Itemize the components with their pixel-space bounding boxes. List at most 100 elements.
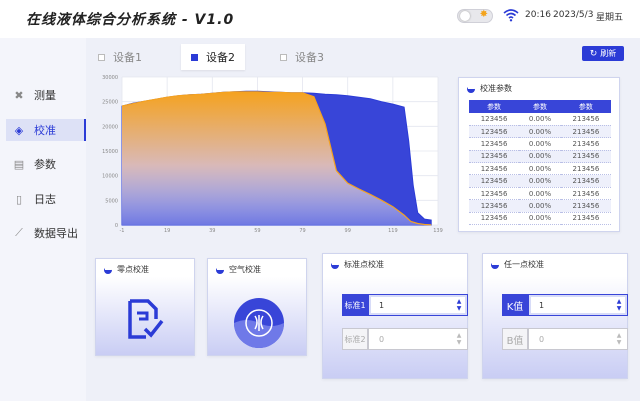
sidebar-item-export[interactable]: ⟋ 数据导出 bbox=[6, 222, 86, 244]
sun-icon: ✸ bbox=[479, 9, 488, 20]
sidebar-item-label: 日志 bbox=[34, 193, 56, 206]
card-dot-icon bbox=[491, 260, 499, 269]
std-point-calib-card: 标准点校准 标准1 1 ▲ ▼ 标准2 0 ▲ ▼ bbox=[322, 253, 468, 379]
calib-table: 参数 参数 参数 123456 0.00% 213456 123456 0.00% 213… bbox=[469, 100, 611, 226]
std1-label: 标准1 bbox=[342, 294, 368, 316]
sidebar-item-log[interactable]: ▯ 日志 bbox=[6, 188, 86, 210]
table-row: 123456 0.00% 213456 bbox=[469, 137, 611, 151]
card-dot-icon bbox=[331, 260, 339, 269]
clock-weekday: 星期五 bbox=[596, 13, 624, 23]
table-cell: 0.00% bbox=[519, 125, 561, 139]
table-cell: 213456 bbox=[560, 212, 611, 226]
std2-label: 标准2 bbox=[342, 328, 368, 350]
sidebar-item-measure[interactable]: ✖ 测量 bbox=[6, 84, 86, 106]
table-cell: 0.00% bbox=[519, 174, 561, 188]
panel-title: 校准参数 bbox=[467, 83, 512, 94]
card-dot-icon bbox=[216, 265, 224, 274]
table-cell: 213456 bbox=[560, 199, 611, 213]
table-cell: 213456 bbox=[560, 137, 611, 151]
zero-calib-card[interactable]: 零点校准 bbox=[95, 258, 195, 356]
line-chart-icon: ⟋ bbox=[15, 226, 23, 239]
app-title: 在线液体综合分析系统 - V1.0 bbox=[26, 12, 235, 28]
x-tick-label: 39 bbox=[209, 228, 215, 234]
tab-label: 设备1 bbox=[113, 51, 142, 64]
table-row: 123456 0.00% 213456 bbox=[469, 212, 611, 226]
table-cell: 0.00% bbox=[519, 212, 561, 226]
wifi-icon bbox=[503, 9, 519, 22]
card-title-text: 空气校准 bbox=[229, 265, 261, 274]
sidebar-item-calibrate[interactable]: ◈ 校准 bbox=[6, 119, 86, 141]
std1-input[interactable]: 1 ▲ ▼ bbox=[368, 294, 468, 316]
table-cell: 123456 bbox=[469, 187, 520, 201]
table-cell: 213456 bbox=[560, 162, 611, 176]
table-cell: 0.00% bbox=[519, 137, 561, 151]
card-title-text: 零点校准 bbox=[117, 265, 149, 274]
x-tick-label: 99 bbox=[345, 228, 351, 234]
card-title: 零点校准 bbox=[104, 264, 149, 275]
x-tick-label: 139 bbox=[433, 228, 443, 234]
card-title-text: 任一点校准 bbox=[504, 260, 544, 269]
tab-device-3[interactable]: 设备3 bbox=[280, 44, 324, 70]
k-value: 1 bbox=[539, 300, 545, 310]
table-cell: 0.00% bbox=[519, 113, 561, 126]
table-row: 123456 0.00% 213456 bbox=[469, 125, 611, 139]
y-tick-label: 15000 bbox=[102, 149, 118, 155]
theme-toggle[interactable]: ✸ bbox=[457, 9, 493, 23]
air-calib-card[interactable]: 空气校准 bbox=[207, 258, 307, 356]
spin-arrows-icon[interactable]: ▲ ▼ bbox=[455, 332, 463, 346]
card-title: 任一点校准 bbox=[491, 259, 544, 270]
table-cell: 213456 bbox=[560, 174, 611, 188]
table-cell: 0.00% bbox=[519, 199, 561, 213]
table-row: 123456 0.00% 213456 bbox=[469, 113, 611, 126]
sidebar-item-params[interactable]: ▤ 参数 bbox=[6, 153, 86, 175]
spin-arrows-icon[interactable]: ▲ ▼ bbox=[615, 298, 623, 312]
table-cell: 123456 bbox=[469, 137, 520, 151]
k-value-input[interactable]: 1 ▲ ▼ bbox=[528, 294, 628, 316]
table-cell: 123456 bbox=[469, 162, 520, 176]
std2-input[interactable]: 0 ▲ ▼ bbox=[368, 328, 468, 350]
tab-device-2[interactable]: 设备2 bbox=[181, 44, 245, 70]
std1-value: 1 bbox=[379, 300, 385, 310]
air-gauge-icon bbox=[234, 298, 284, 348]
clock-time: 20:16 bbox=[525, 10, 551, 20]
y-tick-label: 10000 bbox=[102, 174, 118, 180]
table-cell: 123456 bbox=[469, 212, 520, 226]
table-cell: 213456 bbox=[560, 150, 611, 164]
target-icon: ◈ bbox=[14, 123, 24, 137]
document-icon: ▯ bbox=[15, 192, 23, 206]
toggle-knob bbox=[460, 11, 470, 21]
refresh-label: 刷新 bbox=[600, 49, 617, 58]
calib-params-panel: 校准参数 参数 参数 参数 123456 0.00% 213456 123456 0.0… bbox=[458, 77, 620, 232]
sidebar-item-label: 数据导出 bbox=[34, 227, 78, 240]
column-header: 参数 bbox=[519, 100, 561, 113]
table-cell: 213456 bbox=[560, 187, 611, 201]
clock-date: 2023/5/3 bbox=[553, 10, 594, 20]
column-header: 参数 bbox=[469, 100, 520, 113]
b-value: 0 bbox=[539, 334, 545, 344]
refresh-button[interactable]: ↻ 刷新 bbox=[582, 46, 624, 61]
x-tick-label: 119 bbox=[388, 228, 398, 234]
table-cell: 123456 bbox=[469, 199, 520, 213]
y-tick-label: 25000 bbox=[102, 100, 118, 106]
any-point-calib-card: 任一点校准 K值 1 ▲ ▼ B值 0 ▲ ▼ bbox=[482, 253, 628, 379]
tab-checkbox bbox=[98, 53, 105, 61]
table-cell: 123456 bbox=[469, 150, 520, 164]
table-cell: 123456 bbox=[469, 174, 520, 188]
std2-value: 0 bbox=[379, 334, 385, 344]
tab-label: 设备2 bbox=[206, 51, 235, 64]
b-value-input[interactable]: 0 ▲ ▼ bbox=[528, 328, 628, 350]
spin-arrows-icon[interactable]: ▲ ▼ bbox=[615, 332, 623, 346]
x-tick-label: 59 bbox=[254, 228, 260, 234]
table-cell: 0.00% bbox=[519, 187, 561, 201]
x-tick-label: 79 bbox=[299, 228, 305, 234]
refresh-icon: ↻ bbox=[589, 48, 598, 59]
table-row: 123456 0.00% 213456 bbox=[469, 162, 611, 176]
spin-arrows-icon[interactable]: ▲ ▼ bbox=[455, 298, 463, 312]
x-tick-label: 19 bbox=[164, 228, 170, 234]
card-title: 标准点校准 bbox=[331, 259, 384, 270]
panel-dot-icon bbox=[467, 84, 475, 93]
tab-device-1[interactable]: 设备1 bbox=[98, 44, 142, 70]
column-header: 参数 bbox=[560, 100, 611, 113]
b-value-label: B值 bbox=[502, 328, 528, 350]
table-cell: 123456 bbox=[469, 113, 520, 126]
